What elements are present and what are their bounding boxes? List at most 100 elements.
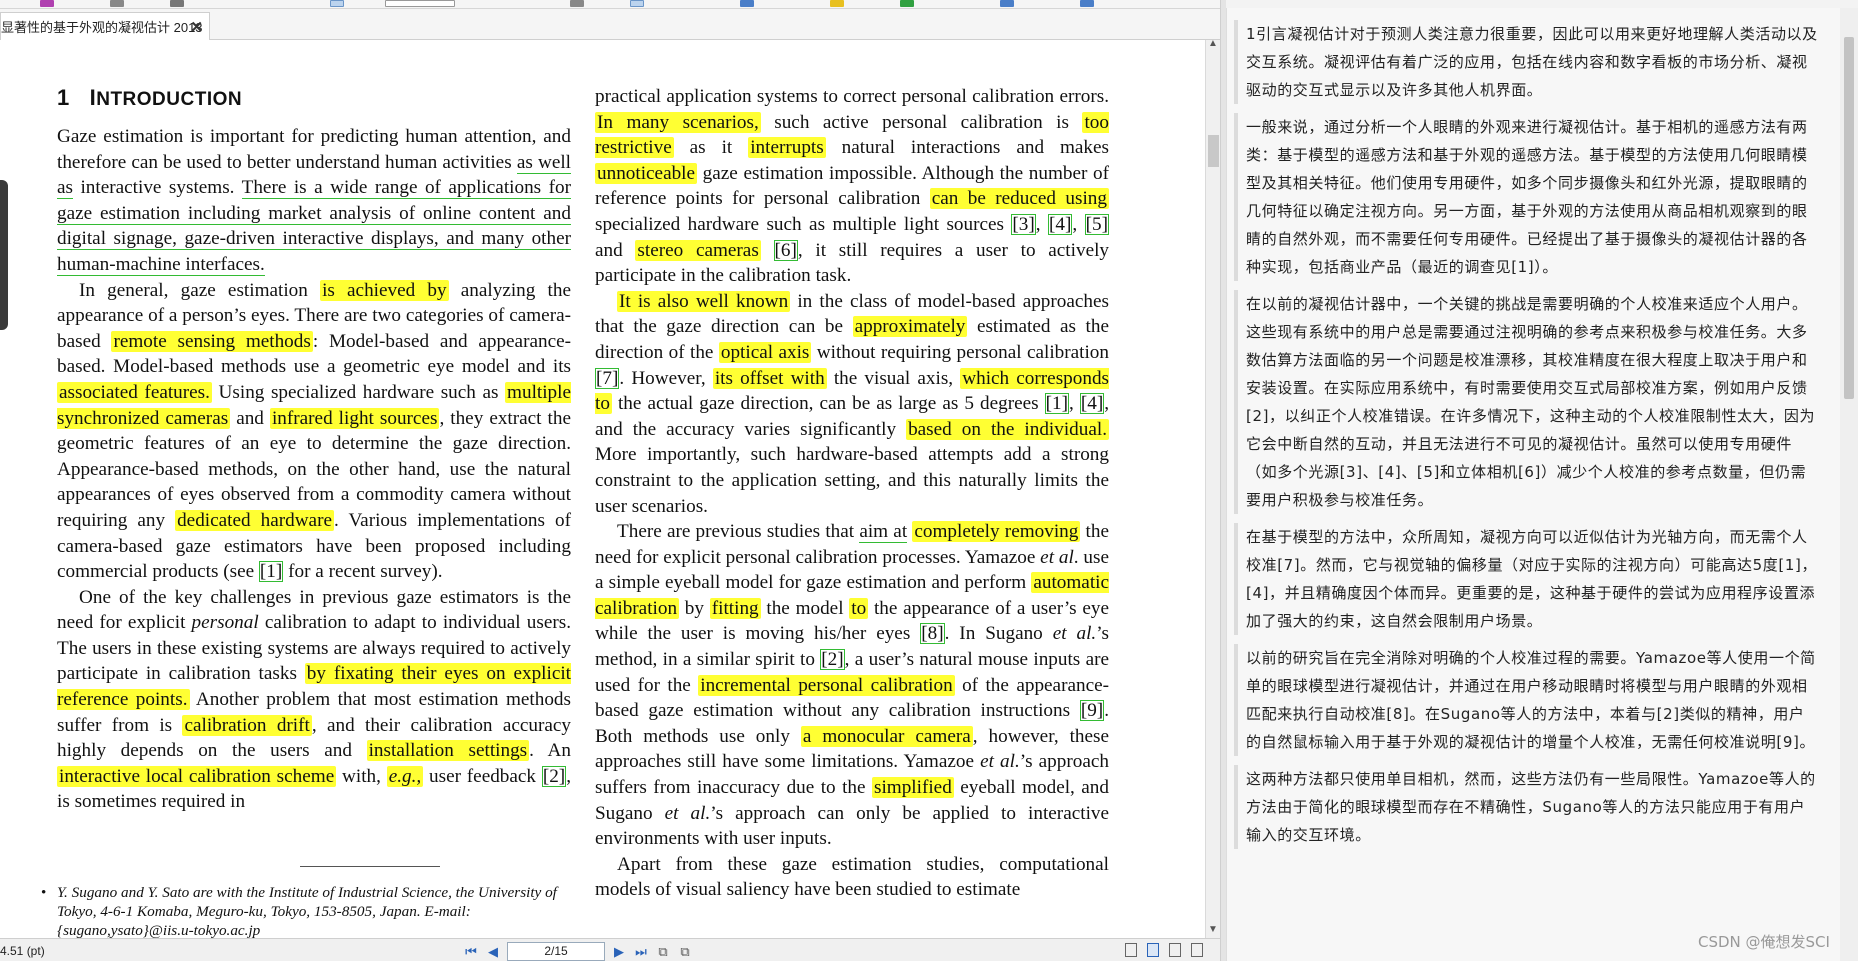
footnote-text: Y. Sugano and Y. Sato are with the Insti…: [57, 884, 557, 938]
citation-link[interactable]: [2]: [541, 765, 567, 787]
text-run: . An: [529, 740, 571, 762]
status-bar: 4.51 (pt) ⏮ ◀ 2/15 ▶ ⏭ ⧉ ⧉: [0, 938, 1220, 961]
text-run: and: [230, 407, 270, 429]
next-view-icon[interactable]: ⧉: [677, 944, 693, 960]
citation-link[interactable]: [4]: [1048, 213, 1073, 235]
translation-paragraph: 在基于模型的方法中，众所周知，凝视方向可以近似估计为光轴方向，而无需个人校准[7…: [1234, 523, 1830, 635]
translation-scrollbar[interactable]: [1840, 8, 1858, 961]
scrollbar-thumb[interactable]: [1844, 37, 1854, 399]
main-toolbar: [0, 0, 1220, 9]
next-page-icon[interactable]: ▶: [611, 944, 627, 960]
text-run: interactive systems.: [72, 177, 242, 199]
citation-link[interactable]: [1]: [1044, 393, 1069, 415]
toolbar-button[interactable]: [630, 0, 644, 7]
scroll-up-icon[interactable]: ▲: [1208, 38, 1218, 49]
pdf-reader-app: 显著性的基于外观的凝视估计 2013 ✕ 1 INTRODUCTION Gaze…: [0, 0, 1858, 961]
document-viewport[interactable]: 1 INTRODUCTION Gaze estimation is import…: [0, 40, 1205, 938]
cursor-position: 4.51 (pt): [0, 944, 45, 958]
highlighted-text: completely removing: [912, 521, 1081, 543]
first-page-icon[interactable]: ⏮: [463, 944, 479, 960]
single-page-view-icon[interactable]: [1125, 943, 1137, 957]
text-run: . However,: [619, 367, 713, 389]
previous-view-icon[interactable]: ⧉: [655, 944, 671, 960]
text-run: . In Sugano: [944, 623, 1053, 645]
scroll-down-icon[interactable]: ▼: [1208, 924, 1218, 935]
toolbar-button[interactable]: [170, 0, 184, 7]
previous-page-icon[interactable]: ◀: [485, 944, 501, 960]
highlighted-text: It is also well known: [617, 290, 791, 312]
translation-pane: 1引言凝视估计对于预测人类注意力很重要，因此可以用来更好地理解人类活动以及交互系…: [1226, 0, 1858, 961]
translation-paragraph: 在以前的凝视估计器中，一个关键的挑战是需要明确的个人校准来适应个人用户。这些现有…: [1234, 290, 1830, 514]
toolbar-button[interactable]: [1080, 0, 1094, 7]
continuous-view-icon[interactable]: [1147, 943, 1159, 957]
highlighted-text: remote sensing methods: [111, 330, 313, 352]
text-run: et al: [1040, 546, 1074, 568]
toolbar-button[interactable]: [900, 0, 914, 7]
toolbar-button[interactable]: [330, 0, 344, 7]
highlighted-text: a monocular camera: [800, 725, 973, 747]
text-run: ,: [1035, 213, 1049, 235]
toolbar-button[interactable]: [570, 0, 584, 7]
citation-link[interactable]: [5]: [1084, 213, 1110, 235]
highlighted-text: interrupts: [748, 137, 826, 159]
footnote: • Y. Sugano and Y. Sato are with the Ins…: [41, 883, 571, 938]
text-run: In general, gaze estimation: [79, 279, 321, 301]
document-tab[interactable]: 显著性的基于外观的凝视估计 2013 ✕: [0, 12, 210, 40]
highlighted-text: associated features.: [57, 381, 212, 403]
citation-link[interactable]: [6]: [773, 239, 798, 261]
citation-link[interactable]: [8]: [920, 623, 945, 645]
text-run: the visual axis,: [826, 367, 961, 389]
text-run: More importantly, such hardware-based at…: [595, 444, 1109, 517]
highlighted-text: to: [849, 597, 869, 619]
paragraph: Apart from these gaze estimation studies…: [595, 852, 1109, 903]
highlighted-text: In many scenarios,: [595, 111, 761, 133]
underlined-text: aim at: [859, 521, 908, 544]
translation-content[interactable]: 1引言凝视估计对于预测人类注意力很重要，因此可以用来更好地理解人类活动以及交互系…: [1226, 8, 1840, 961]
zoom-input[interactable]: [385, 0, 455, 7]
citation-link[interactable]: [9]: [1079, 700, 1105, 722]
highlighted-text: fitting: [709, 597, 761, 619]
highlighted-text: calibration drift: [182, 714, 312, 736]
text-run: Apart from these gaze estimation studies…: [595, 853, 1109, 901]
citation-link[interactable]: [4]: [1079, 393, 1105, 415]
document-vertical-scrollbar[interactable]: ▲ ▼: [1205, 38, 1220, 938]
text-run: ,: [1072, 213, 1085, 235]
text-run: Gaze estimation is important for predict…: [57, 126, 571, 173]
page-edge-marker: [0, 180, 8, 330]
toolbar-button[interactable]: [40, 0, 54, 7]
text-run: There are previous studies that: [617, 521, 860, 543]
citation-link[interactable]: [1]: [258, 561, 284, 583]
text-run: [761, 240, 774, 261]
toolbar-button[interactable]: [830, 0, 844, 7]
toolbar-button[interactable]: [1000, 0, 1014, 7]
scrollbar-thumb[interactable]: [1208, 135, 1219, 167]
highlighted-text: can be reduced using: [929, 188, 1109, 210]
column-body: practical application systems to correct…: [595, 84, 1110, 903]
text-run: by: [679, 597, 710, 619]
text-column-left: 1 INTRODUCTION Gaze estimation is import…: [57, 84, 572, 815]
text-run: specialized hardware such as multiple li…: [595, 213, 1012, 235]
close-icon[interactable]: ✕: [190, 18, 203, 36]
translation-toolbar: [1226, 0, 1858, 8]
page-number-input[interactable]: 2/15: [507, 942, 605, 961]
text-run: as it: [673, 137, 749, 159]
text-run: et al.: [1052, 623, 1097, 645]
highlighted-text: is achieved by: [320, 279, 449, 301]
toolbar-button[interactable]: [110, 0, 124, 7]
citation-link[interactable]: [2]: [820, 649, 845, 671]
section-title-rest: NTRODUCTION: [96, 89, 243, 110]
translation-paragraph: 以前的研究旨在完全消除对明确的个人校准过程的需要。Yamazoe等人使用一个简单…: [1234, 644, 1830, 756]
text-run: et al.: [980, 751, 1020, 773]
citation-link[interactable]: [3]: [1011, 213, 1036, 235]
two-page-view-icon[interactable]: [1169, 943, 1181, 957]
text-run: for a recent survey).: [283, 561, 443, 583]
toolbar-button[interactable]: [740, 0, 754, 7]
text-run: user feedback: [423, 765, 542, 787]
translation-paragraphs: 1引言凝视估计对于预测人类注意力很重要，因此可以用来更好地理解人类活动以及交互系…: [1227, 8, 1840, 849]
highlighted-text: optical axis: [718, 341, 812, 363]
last-page-icon[interactable]: ⏭: [633, 944, 649, 960]
citation-link[interactable]: [7]: [595, 367, 620, 389]
text-run: with,: [336, 765, 387, 787]
highlighted-text: unnoticeable: [595, 162, 698, 184]
two-page-continuous-view-icon[interactable]: [1191, 943, 1203, 957]
